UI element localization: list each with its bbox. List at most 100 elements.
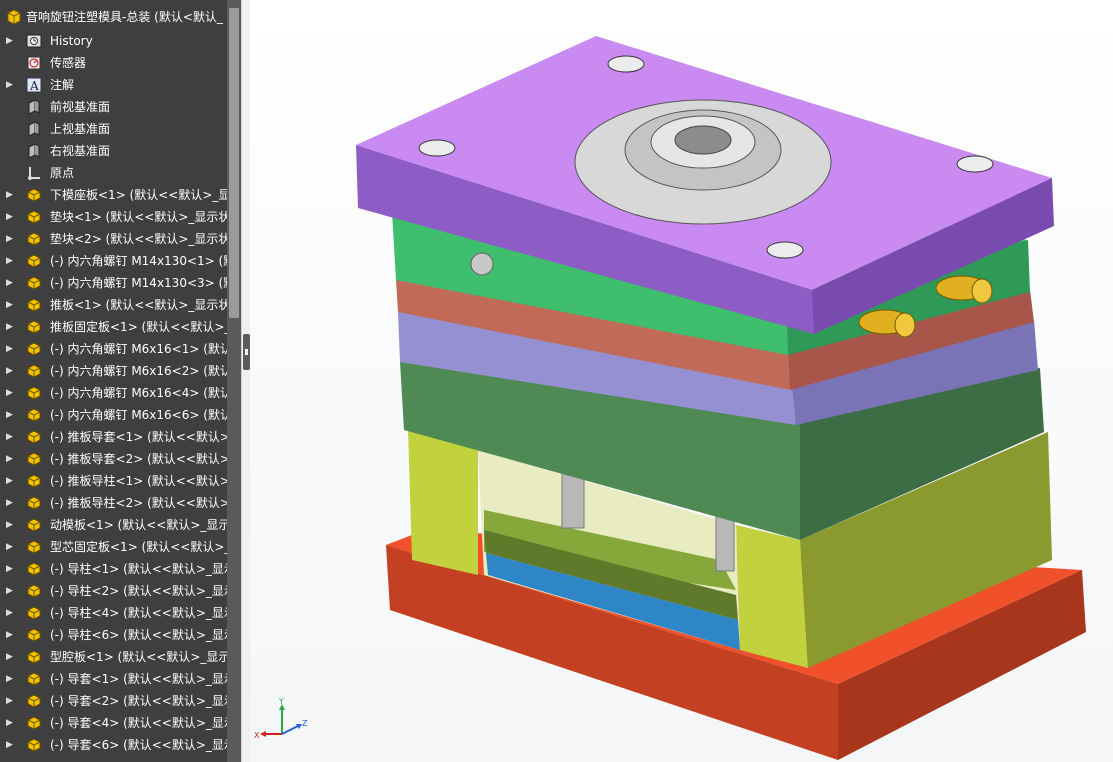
expand-arrow-icon[interactable]: ▶	[6, 496, 16, 510]
tree-item[interactable]: ▶ (-) 导套<2> (默认<<默认>_显示	[0, 690, 227, 712]
assembly-icon	[6, 9, 22, 25]
tree-item-label: (-) 内六角螺钉 M6x16<1> (默认	[50, 342, 227, 356]
part-icon	[26, 649, 42, 665]
tree-item[interactable]: ▶ 推板固定板<1> (默认<<默认>_	[0, 316, 227, 338]
tree-item-label: (-) 推板导柱<1> (默认<<默认>_	[50, 474, 227, 488]
expand-arrow-icon[interactable]: ▶	[6, 188, 16, 202]
expand-arrow-icon[interactable]: ▶	[6, 452, 16, 466]
expand-arrow-icon[interactable]: ▶	[6, 518, 16, 532]
part-icon	[26, 209, 42, 225]
part-icon	[26, 715, 42, 731]
expand-arrow-icon[interactable]: ▶	[6, 232, 16, 246]
tree-item[interactable]: ▶ (-) 导套<6> (默认<<默认>_显示	[0, 734, 227, 756]
tree-item[interactable]: 右视基准面	[0, 140, 227, 162]
expand-arrow-icon[interactable]: ▶	[6, 408, 16, 422]
expand-arrow-icon[interactable]: ▶	[6, 298, 16, 312]
part-icon	[26, 473, 42, 489]
expand-arrow-icon[interactable]: ▶	[6, 386, 16, 400]
expand-arrow-icon[interactable]: ▶	[6, 210, 16, 224]
tree-item[interactable]: ▶ (-) 导柱<2> (默认<<默认>_显示	[0, 580, 227, 602]
tree-item-label: (-) 导柱<2> (默认<<默认>_显示	[50, 584, 227, 598]
tree-item[interactable]: ▶ 垫块<1> (默认<<默认>_显示状	[0, 206, 227, 228]
expand-arrow-icon[interactable]: ▶	[6, 342, 16, 356]
expand-arrow-icon[interactable]: ▶	[6, 320, 16, 334]
expand-arrow-icon[interactable]: ▶	[6, 716, 16, 730]
tree-item[interactable]: ▶ (-) 推板导柱<1> (默认<<默认>_	[0, 470, 227, 492]
part-icon	[26, 583, 42, 599]
tree-item[interactable]: ▶ 型腔板<1> (默认<<默认>_显示	[0, 646, 227, 668]
tree-item[interactable]: ▶ 推板<1> (默认<<默认>_显示状	[0, 294, 227, 316]
tree-item[interactable]: ▶ (-) 推板导套<2> (默认<<默认>_	[0, 448, 227, 470]
expand-arrow-icon[interactable]: ▶	[6, 430, 16, 444]
tree-item[interactable]: ▶ (-) 内六角螺钉 M6x16<4> (默认	[0, 382, 227, 404]
tree-item[interactable]: ▶ (-) 导柱<6> (默认<<默认>_显示	[0, 624, 227, 646]
part-icon	[26, 385, 42, 401]
triad-x-label: X	[254, 731, 260, 740]
tree-item[interactable]: ▶ History	[0, 30, 227, 52]
orientation-triad: Y X Z	[254, 696, 314, 746]
expand-arrow-icon[interactable]: ▶	[6, 738, 16, 752]
feature-manager-tree: 音响旋钮注塑模具-总装 (默认<默认_ ▶ History 传感器 ▶ A 注解 前视基准面…	[0, 0, 241, 762]
sprue-hole	[674, 125, 732, 155]
part-icon	[26, 693, 42, 709]
tree-item-label: 传感器	[50, 56, 87, 70]
tree-item-label: (-) 导套<2> (默认<<默认>_显示	[50, 694, 227, 708]
tree-item[interactable]: ▶ (-) 内六角螺钉 M14x130<1> (默	[0, 250, 227, 272]
tree-item-label: 动模板<1> (默认<<默认>_显示	[50, 518, 227, 532]
expand-arrow-icon[interactable]: ▶	[6, 562, 16, 576]
part-icon	[26, 539, 42, 555]
graphics-viewport[interactable]	[250, 0, 1113, 762]
expand-arrow-icon[interactable]: ▶	[6, 78, 16, 92]
tree-item[interactable]: ▶ (-) 推板导套<1> (默认<<默认>_	[0, 426, 227, 448]
tree-item-label: 型腔板<1> (默认<<默认>_显示	[50, 650, 227, 664]
collapse-panel-handle[interactable]	[243, 334, 250, 370]
tree-item[interactable]: 上视基准面	[0, 118, 227, 140]
expand-arrow-icon[interactable]: ▶	[6, 672, 16, 686]
tree-item[interactable]: ▶ 下模座板<1> (默认<<默认>_显	[0, 184, 227, 206]
tree-item-label: (-) 导套<6> (默认<<默认>_显示	[50, 738, 227, 752]
tree-item[interactable]: ▶ (-) 内六角螺钉 M14x130<3> (默	[0, 272, 227, 294]
expand-arrow-icon[interactable]: ▶	[6, 584, 16, 598]
expand-arrow-icon[interactable]: ▶	[6, 254, 16, 268]
tree-scrollbar[interactable]	[227, 0, 241, 762]
tree-item[interactable]: ▶ (-) 内六角螺钉 M6x16<2> (默认	[0, 360, 227, 382]
expand-arrow-icon[interactable]: ▶	[6, 606, 16, 620]
part-icon	[26, 627, 42, 643]
tree-item[interactable]: 原点	[0, 162, 227, 184]
tree-item[interactable]: ▶ 型芯固定板<1> (默认<<默认>_	[0, 536, 227, 558]
part-icon	[26, 517, 42, 533]
tree-item[interactable]: 传感器	[0, 52, 227, 74]
tree-item[interactable]: ▶ (-) 导套<1> (默认<<默认>_显示	[0, 668, 227, 690]
tree-item[interactable]: ▶ 动模板<1> (默认<<默认>_显示	[0, 514, 227, 536]
tree-item[interactable]: ▶ (-) 导柱<1> (默认<<默认>_显示	[0, 558, 227, 580]
mold-assembly-model	[356, 36, 1086, 760]
screw-head-side	[470, 252, 494, 276]
part-icon	[26, 275, 42, 291]
tree-item[interactable]: ▶ (-) 导套<4> (默认<<默认>_显示	[0, 712, 227, 734]
expand-arrow-icon[interactable]: ▶	[6, 694, 16, 708]
part-icon	[26, 341, 42, 357]
expand-arrow-icon[interactable]: ▶	[6, 276, 16, 290]
part-icon	[26, 407, 42, 423]
expand-arrow-icon[interactable]: ▶	[6, 34, 16, 48]
expand-arrow-icon[interactable]: ▶	[6, 364, 16, 378]
expand-arrow-icon[interactable]: ▶	[6, 540, 16, 554]
tree-item[interactable]: ▶ (-) 内六角螺钉 M6x16<6> (默认	[0, 404, 227, 426]
expand-arrow-icon[interactable]: ▶	[6, 650, 16, 664]
tree-item[interactable]: ▶ 垫块<2> (默认<<默认>_显示状	[0, 228, 227, 250]
tree-item[interactable]: ▶ (-) 内六角螺钉 M6x16<1> (默认	[0, 338, 227, 360]
expand-arrow-icon[interactable]: ▶	[6, 628, 16, 642]
tree-item-label: (-) 内六角螺钉 M14x130<1> (默	[50, 254, 227, 268]
part-icon	[26, 253, 42, 269]
tree-item-label: 推板固定板<1> (默认<<默认>_	[50, 320, 227, 334]
tree-scrollbar-thumb[interactable]	[229, 8, 239, 318]
tree-item-label: (-) 内六角螺钉 M14x130<3> (默	[50, 276, 227, 290]
tree-item[interactable]: ▶ (-) 导柱<4> (默认<<默认>_显示	[0, 602, 227, 624]
tree-item[interactable]: ▶ A 注解	[0, 74, 227, 96]
tree-item[interactable]: 前视基准面	[0, 96, 227, 118]
expand-arrow-icon[interactable]: ▶	[6, 474, 16, 488]
tree-root-assembly[interactable]: 音响旋钮注塑模具-总装 (默认<默认_	[0, 6, 227, 28]
tree-item-label: 推板<1> (默认<<默认>_显示状	[50, 298, 227, 312]
support-block-left	[408, 430, 478, 575]
tree-item[interactable]: ▶ (-) 推板导柱<2> (默认<<默认>_	[0, 492, 227, 514]
